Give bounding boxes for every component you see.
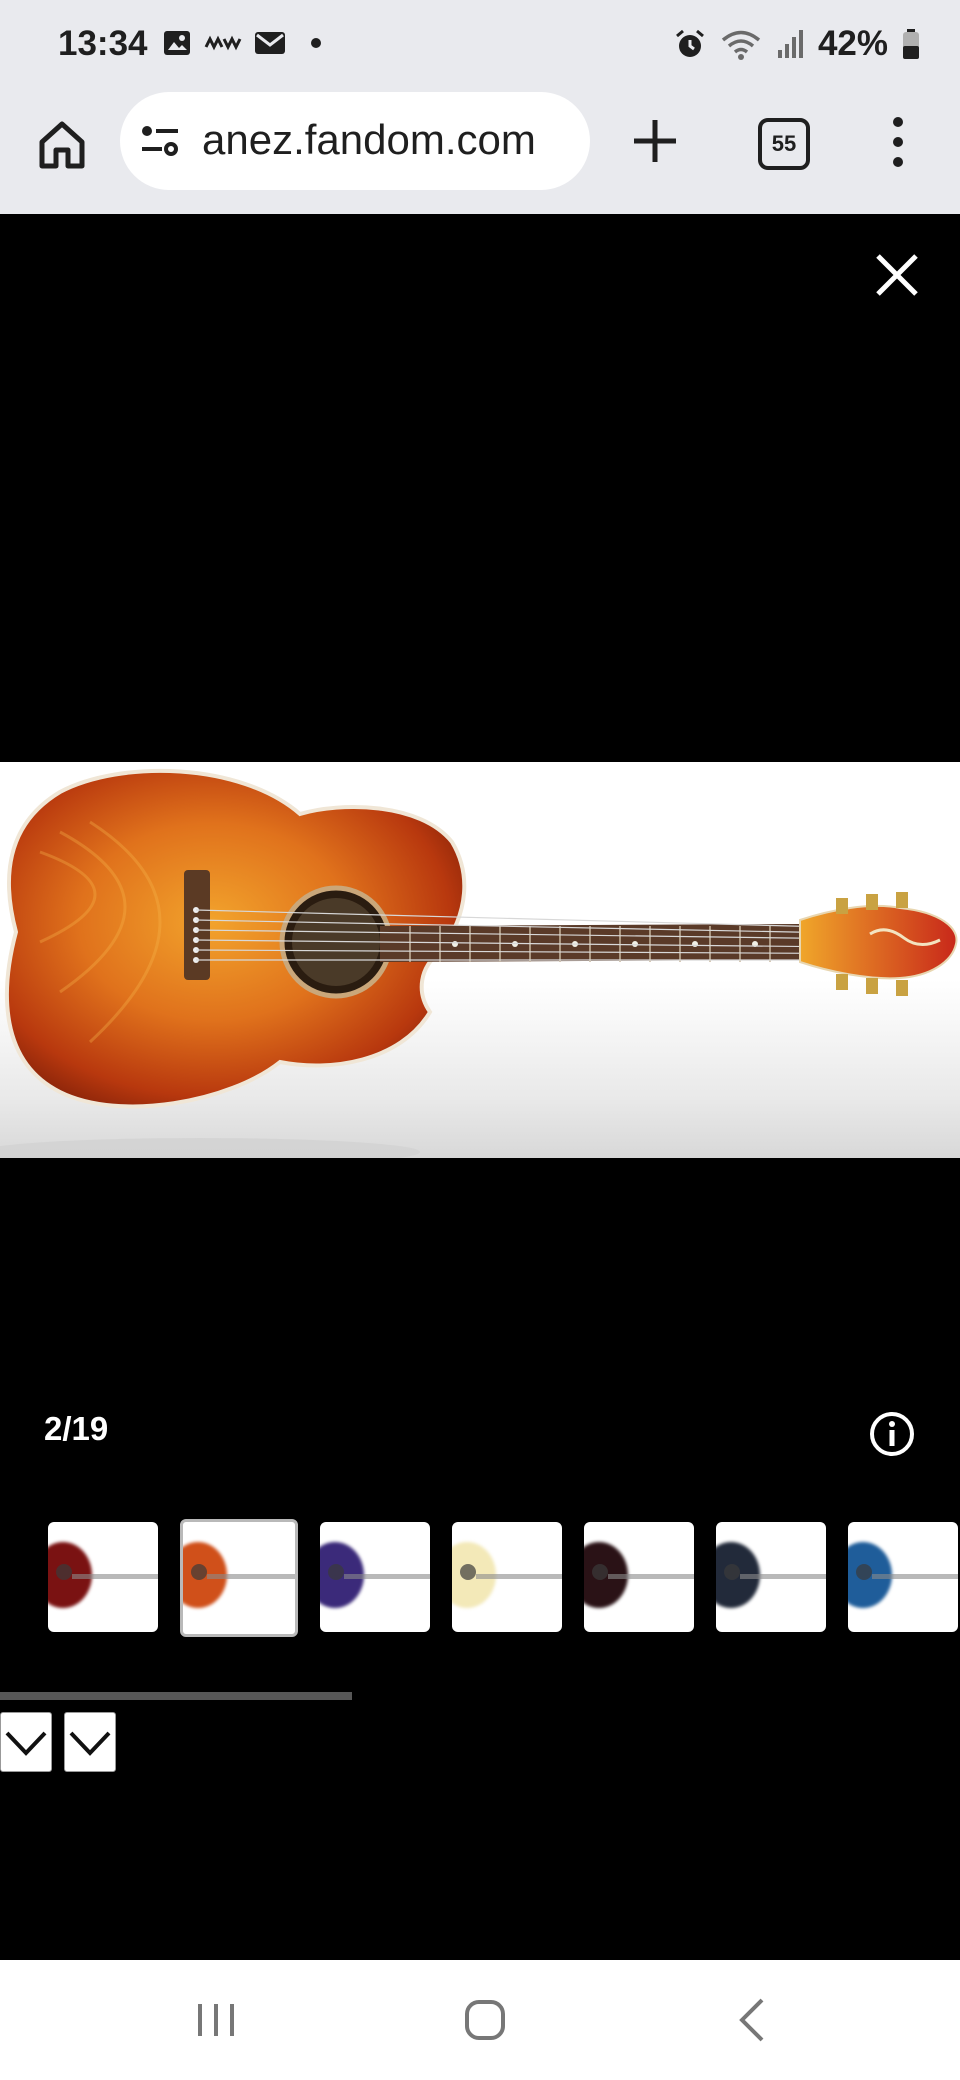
thumbnail-sound-hole — [724, 1564, 740, 1580]
thumbnail[interactable] — [320, 1522, 430, 1632]
home-nav-icon — [465, 2000, 505, 2040]
info-icon — [870, 1412, 914, 1456]
thumbnail-selected[interactable] — [180, 1519, 298, 1637]
thumbnail-strip[interactable] — [48, 1519, 958, 1637]
status-bar: 13:34 42% — [0, 0, 960, 92]
chevron-down-button[interactable] — [0, 1712, 52, 1772]
status-time: 13:34 — [58, 24, 148, 63]
thumbnail-guitar-neck — [344, 1574, 430, 1579]
browser-menu-button[interactable] — [886, 114, 910, 170]
battery-icon — [903, 29, 919, 59]
chevron-down-button[interactable] — [64, 1712, 116, 1772]
site-settings-icon[interactable] — [140, 122, 180, 158]
address-bar[interactable]: anez.fandom.com — [120, 92, 590, 190]
main-image — [0, 762, 960, 1158]
thumbnail[interactable] — [48, 1522, 158, 1632]
chevron-down-icon — [5, 1731, 47, 1756]
status-right: 42% — [674, 24, 920, 64]
thumbnail-sound-hole — [191, 1564, 207, 1580]
signal-icon — [777, 30, 803, 58]
tab-switcher-button[interactable]: 55 — [758, 118, 810, 170]
thumbnail-sound-hole — [328, 1564, 344, 1580]
new-tab-button[interactable] — [628, 114, 682, 168]
dot-icon — [311, 38, 321, 48]
battery-percent: 42% — [817, 24, 888, 63]
home-button[interactable] — [34, 116, 90, 172]
thumbnail[interactable] — [716, 1522, 826, 1632]
thumbnail-sound-hole — [460, 1564, 476, 1580]
thumbnail-sound-hole — [856, 1564, 872, 1580]
home-icon — [39, 121, 85, 169]
thumbnail-guitar-neck — [608, 1574, 694, 1579]
recents-icon — [198, 2004, 234, 2036]
thumbnail-sound-hole — [592, 1564, 608, 1580]
alarm-icon — [675, 29, 704, 57]
thumbnail-scrollbar[interactable] — [0, 1692, 352, 1700]
thumbnail-guitar-neck — [72, 1574, 158, 1579]
back-button[interactable] — [724, 1990, 784, 2050]
mail-icon — [255, 32, 285, 54]
image-counter: 2/19 — [44, 1410, 109, 1447]
thumbnail-sound-hole — [56, 1564, 72, 1580]
new-tab-icon — [634, 120, 676, 162]
acoustic-guitar-image — [0, 768, 958, 1158]
close-icon — [876, 254, 918, 296]
menu-icon — [893, 117, 903, 167]
system-nav-bar — [0, 1960, 960, 2080]
gallery-icon — [164, 31, 190, 55]
image-info-button[interactable] — [868, 1410, 916, 1458]
thumbnail-guitar-neck — [872, 1574, 958, 1579]
thumbnail-guitar-neck — [207, 1574, 295, 1579]
thumbnail[interactable] — [848, 1522, 958, 1632]
back-icon — [739, 1998, 764, 2042]
thumbnail-guitar-neck — [740, 1574, 826, 1579]
status-notification-icons — [162, 28, 328, 58]
url-text[interactable]: anez.fandom.com — [202, 116, 576, 164]
wifi-icon — [721, 30, 761, 60]
thumbnail[interactable] — [584, 1522, 694, 1632]
voicemail-icon — [204, 35, 242, 51]
chevron-down-icon — [69, 1731, 111, 1756]
thumbnail[interactable] — [452, 1522, 562, 1632]
browser-toolbar: anez.fandom.com 55 — [0, 92, 960, 216]
recents-button[interactable] — [186, 1990, 246, 2050]
home-nav-button[interactable] — [455, 1990, 515, 2050]
close-viewer-button[interactable] — [872, 250, 922, 300]
thumbnail-guitar-neck — [476, 1574, 562, 1579]
